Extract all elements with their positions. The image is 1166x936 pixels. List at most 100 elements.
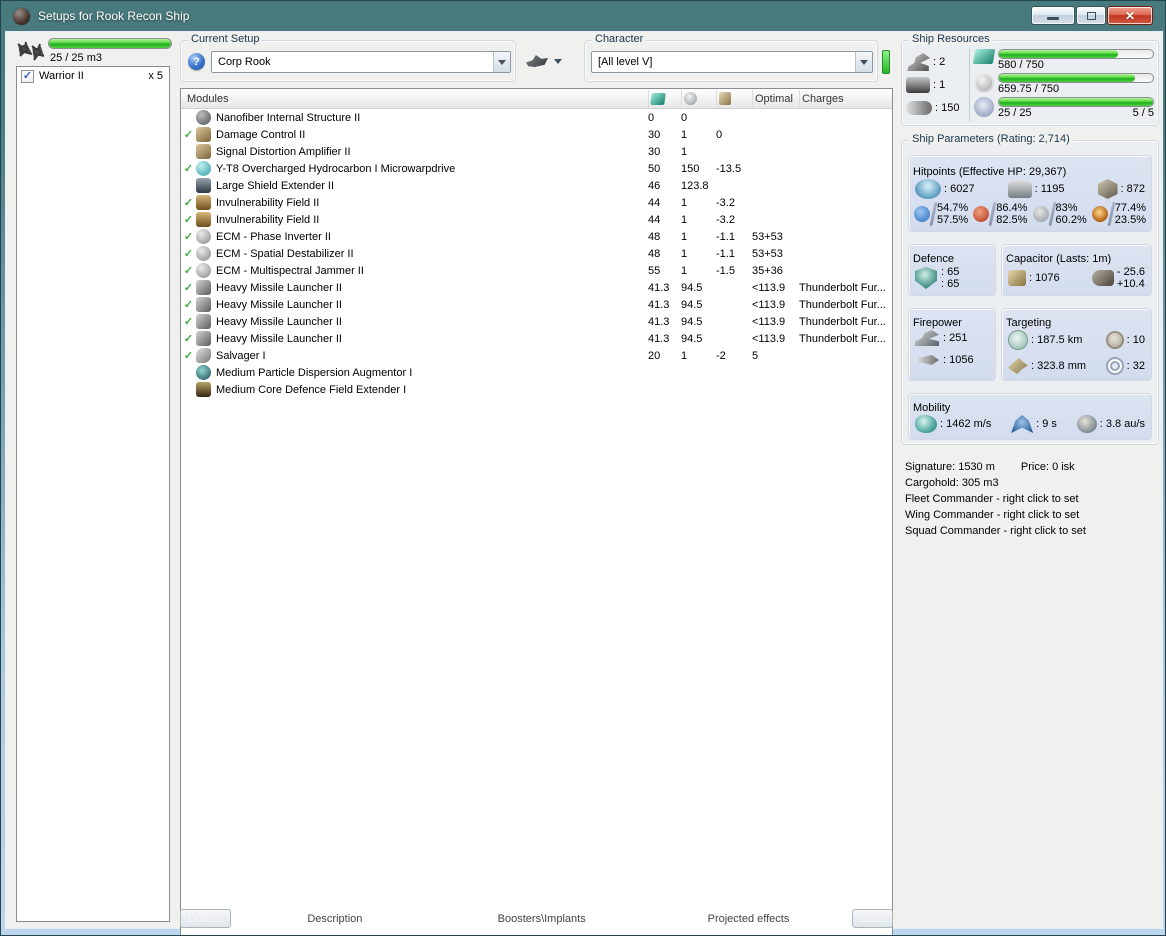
em-resist-shield: 54.7%	[937, 202, 969, 214]
module-charges: Thunderbolt Fur...	[799, 315, 886, 328]
module-row[interactable]: ✓ ECM - Multispectral Jammer II 55 1 -1.5 35+…	[181, 262, 892, 279]
tab-boosters-implants[interactable]: Boosters\Implants	[438, 913, 645, 925]
module-row[interactable]: ✓ Heavy Missile Launcher II 41.3 94.5 <113.9…	[181, 330, 892, 347]
module-powergrid: 94.5	[681, 281, 703, 294]
module-row[interactable]: ✓ Invulnerability Field II 44 1 -3.2	[181, 194, 892, 211]
turret-hardpoints-value: : 2	[933, 56, 946, 68]
module-charges: Thunderbolt Fur...	[799, 298, 886, 311]
module-cpu: 46	[648, 179, 661, 192]
module-powergrid: 94.5	[681, 315, 703, 328]
nanofiber-icon	[196, 110, 211, 125]
module-capacitor: -1.5	[716, 264, 735, 277]
agility-value: : 9 s	[1036, 418, 1057, 430]
ship-menu-button[interactable]	[526, 50, 570, 72]
capacitor-delta-recharge: +10.4	[1116, 278, 1145, 290]
module-optimal: 35+36	[752, 264, 783, 277]
turret-dps-value: : 251	[943, 332, 968, 344]
defence-icon	[915, 267, 937, 289]
module-cpu: 41.3	[648, 332, 670, 345]
optimal-column-header[interactable]: Optimal	[752, 89, 799, 108]
module-row[interactable]: ✓ Heavy Missile Launcher II 41.3 94.5 <113.9…	[181, 279, 892, 296]
capacitor-delta-use: - 25.6	[1116, 266, 1145, 278]
module-row[interactable]: ✓ Salvager I 20 1 -2 5	[181, 347, 892, 364]
tab-description[interactable]: Description	[231, 913, 438, 925]
module-row[interactable]: ✓ ECM - Phase Inverter II 48 1 -1.1 53+53	[181, 228, 892, 245]
chevron-down-icon	[860, 59, 868, 65]
drone-list[interactable]: ✓ Warrior II x 5	[16, 66, 170, 922]
module-capacitor: -3.2	[716, 213, 735, 226]
powergrid-icon	[684, 92, 697, 105]
module-row[interactable]: ✓ Heavy Missile Launcher II 41.3 94.5 <113.9…	[181, 296, 892, 313]
module-row[interactable]: ✓ Damage Control II 30 1 0	[181, 126, 892, 143]
tab-projected-effects[interactable]: Projected effects	[645, 913, 852, 925]
drone-checkbox[interactable]: ✓	[21, 69, 34, 83]
cpu-column-header[interactable]	[648, 89, 681, 108]
thermal-resist-shield: 86.4%	[996, 202, 1028, 214]
capacitor-column-header[interactable]	[716, 89, 752, 108]
character-groupbox: Character [All level V]	[584, 33, 878, 82]
drones-button[interactable]: Drones	[180, 909, 232, 928]
stats-button[interactable]: Stats	[851, 909, 893, 928]
module-row[interactable]: Medium Core Defence Field Extender I	[181, 381, 892, 398]
module-optimal: <113.9	[752, 281, 786, 294]
module-name: ECM - Spatial Destabilizer II	[216, 247, 354, 260]
capacitor-title: Capacitor (Lasts: 1m)	[1006, 253, 1112, 265]
ship-parameters-groupbox: Ship Parameters (Rating: 2,714) Hitpoint…	[901, 133, 1159, 445]
help-icon[interactable]: ?	[188, 53, 205, 70]
module-name: Nanofiber Internal Structure II	[216, 111, 361, 124]
drone-list-item[interactable]: ✓ Warrior II x 5	[17, 67, 169, 85]
powergrid-bar-fill	[999, 74, 1135, 82]
module-row[interactable]: Nanofiber Internal Structure II 0 0	[181, 109, 892, 126]
app-window: Setups for Rook Recon Ship ✕ 25 / 25 m3 …	[0, 0, 1166, 936]
charges-column-header[interactable]: Charges	[799, 89, 892, 108]
turret-dps-icon	[915, 330, 939, 346]
module-row[interactable]: ✓ Y-T8 Overcharged Hydrocarbon I Microwar…	[181, 160, 892, 177]
sensor-strength-icon	[1105, 357, 1124, 375]
ship-stats-sidebar: Ship Resources : 2 : 1 : 150 580 / 750 6…	[899, 32, 1161, 928]
module-active-check: ✓	[183, 350, 194, 362]
capacitor-recharge-icon	[1091, 270, 1114, 286]
module-cpu: 48	[648, 230, 661, 243]
powergrid-column-header[interactable]	[681, 89, 716, 108]
minimize-button[interactable]	[1031, 6, 1075, 25]
close-button[interactable]: ✕	[1107, 6, 1153, 25]
ship-resources-title: Ship Resources	[909, 33, 993, 45]
structure-icon	[1097, 179, 1118, 199]
fleet-commander-text[interactable]: Fleet Commander - right click to set	[905, 491, 1159, 507]
app-icon	[13, 7, 30, 25]
module-cpu: 41.3	[648, 281, 670, 294]
character-dropdown[interactable]: [All level V]	[591, 51, 873, 73]
module-row[interactable]: ✓ Heavy Missile Launcher II 41.3 94.5 <113.9…	[181, 313, 892, 330]
squad-commander-text[interactable]: Squad Commander - right click to set	[905, 523, 1159, 539]
module-row[interactable]: Medium Particle Dispersion Augmentor I	[181, 364, 892, 381]
module-row[interactable]: ✓ ECM - Spatial Destabilizer II 48 1 -1.1 53+…	[181, 245, 892, 262]
module-optimal: 53+53	[752, 247, 783, 260]
wing-commander-text[interactable]: Wing Commander - right click to set	[905, 507, 1159, 523]
module-row[interactable]: ✓ Invulnerability Field II 44 1 -3.2	[181, 211, 892, 228]
minimize-icon	[1047, 17, 1059, 20]
rig-extender-icon	[196, 382, 211, 397]
module-name: ECM - Multispectral Jammer II	[216, 264, 364, 277]
module-name: Salvager I	[216, 349, 266, 362]
character-value: [All level V]	[598, 56, 653, 68]
character-dropdown-button[interactable]	[855, 52, 872, 72]
targeting-range-value: : 187.5 km	[1031, 334, 1083, 346]
module-row[interactable]: Large Shield Extender II 46 123.8	[181, 177, 892, 194]
maximize-button[interactable]	[1076, 6, 1106, 25]
module-name: Invulnerability Field II	[216, 196, 320, 209]
current-setup-dropdown-button[interactable]	[493, 52, 510, 72]
em-resist-icon	[914, 206, 930, 222]
chevron-down-icon	[498, 59, 506, 65]
module-row[interactable]: Signal Distortion Amplifier II 30 1	[181, 143, 892, 160]
module-capacitor: -2	[716, 349, 726, 362]
module-name: Invulnerability Field II	[216, 213, 320, 226]
sensor-strength-value: : 32	[1126, 360, 1145, 372]
max-targets-icon	[1105, 331, 1124, 349]
explosive-resist-icon	[1091, 206, 1108, 222]
shield-hp: : 6027	[944, 183, 975, 195]
max-velocity-value: : 1462 m/s	[940, 418, 992, 430]
missile-launcher-icon	[196, 314, 211, 329]
current-setup-dropdown[interactable]: Corp Rook	[211, 51, 511, 73]
module-optimal: <113.9	[752, 332, 786, 345]
ecm-icon	[196, 263, 211, 278]
